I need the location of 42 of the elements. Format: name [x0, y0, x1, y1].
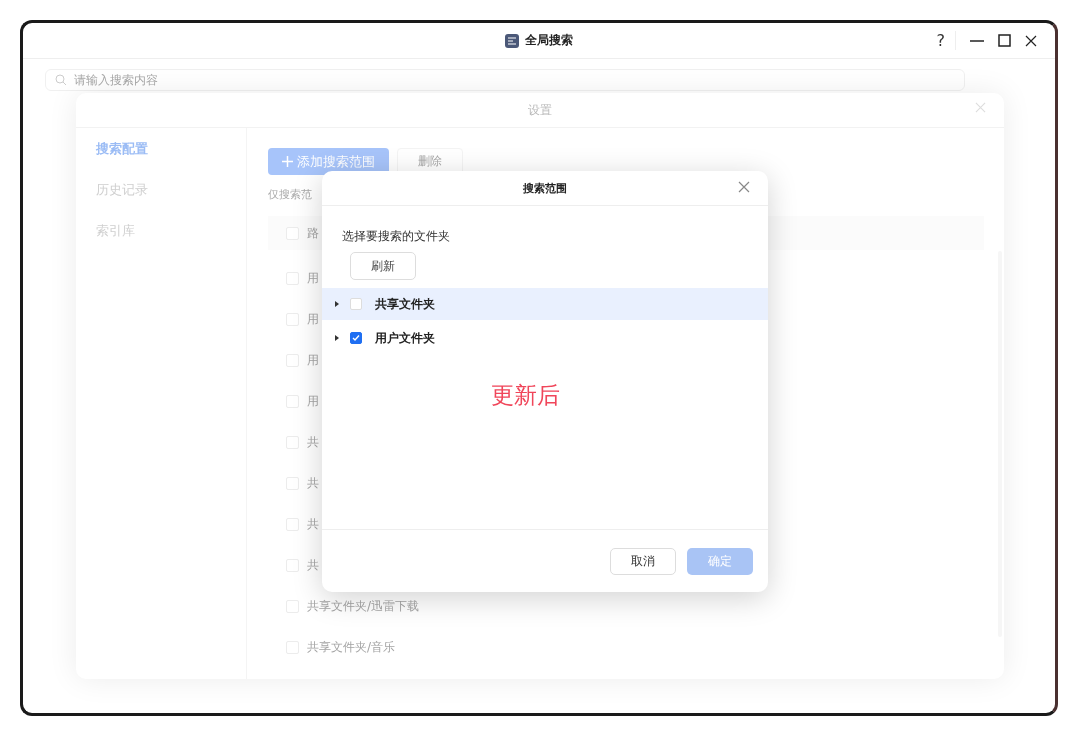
search-field[interactable]: 请输入搜索内容 [45, 69, 965, 91]
add-scope-button[interactable]: 添加搜索范围 [268, 148, 389, 175]
cancel-button[interactable]: 取消 [610, 547, 676, 575]
checkbox[interactable] [350, 332, 362, 344]
scope-note: 仅搜索范 [268, 187, 312, 202]
help-button[interactable]: ? [936, 31, 956, 50]
refresh-button[interactable]: 刷新 [350, 252, 416, 280]
path-text: 共 [307, 475, 319, 492]
prompt-text: 选择要搜索的文件夹 [342, 228, 451, 245]
path-text: 用 [307, 311, 319, 328]
close-button[interactable] [1025, 34, 1037, 47]
close-icon [738, 181, 750, 193]
dialog-title: 设置 [528, 101, 552, 119]
column-header: 路 [307, 224, 319, 242]
annotation-text: 更新后 [490, 381, 560, 410]
path-text: 用 [307, 393, 319, 410]
search-icon [55, 74, 67, 86]
folder-label: 用户文件夹 [375, 329, 435, 347]
tree-item[interactable]: 用户文件夹 [322, 322, 768, 354]
dialog-title: 搜索范围 [523, 180, 567, 196]
triangle-icon [334, 335, 340, 341]
path-text: 共享文件夹/迅雷下载 [307, 598, 420, 615]
maximize-button[interactable] [998, 34, 1011, 47]
close-icon [1025, 34, 1037, 47]
triangle-icon [334, 301, 340, 307]
tree-item[interactable]: 共享文件夹 [322, 288, 768, 320]
sidebar-item[interactable]: 搜索配置 [96, 140, 246, 158]
minimize-button[interactable] [970, 39, 984, 42]
path-text: 共 [307, 516, 319, 533]
path-text: 共 [307, 434, 319, 451]
window-title: 全局搜索 [525, 32, 573, 49]
path-text: 用 [307, 352, 319, 369]
folder-label: 共享文件夹 [375, 295, 435, 313]
path-text: 用 [307, 270, 319, 287]
close-icon [975, 102, 986, 113]
minimize-icon [970, 39, 984, 42]
check-icon [352, 334, 360, 342]
app-icon [505, 33, 519, 48]
path-text: 共享文件夹/音乐 [307, 639, 396, 656]
path-text: 共 [307, 557, 319, 574]
plus-icon [282, 156, 293, 167]
maximize-icon [998, 34, 1011, 47]
